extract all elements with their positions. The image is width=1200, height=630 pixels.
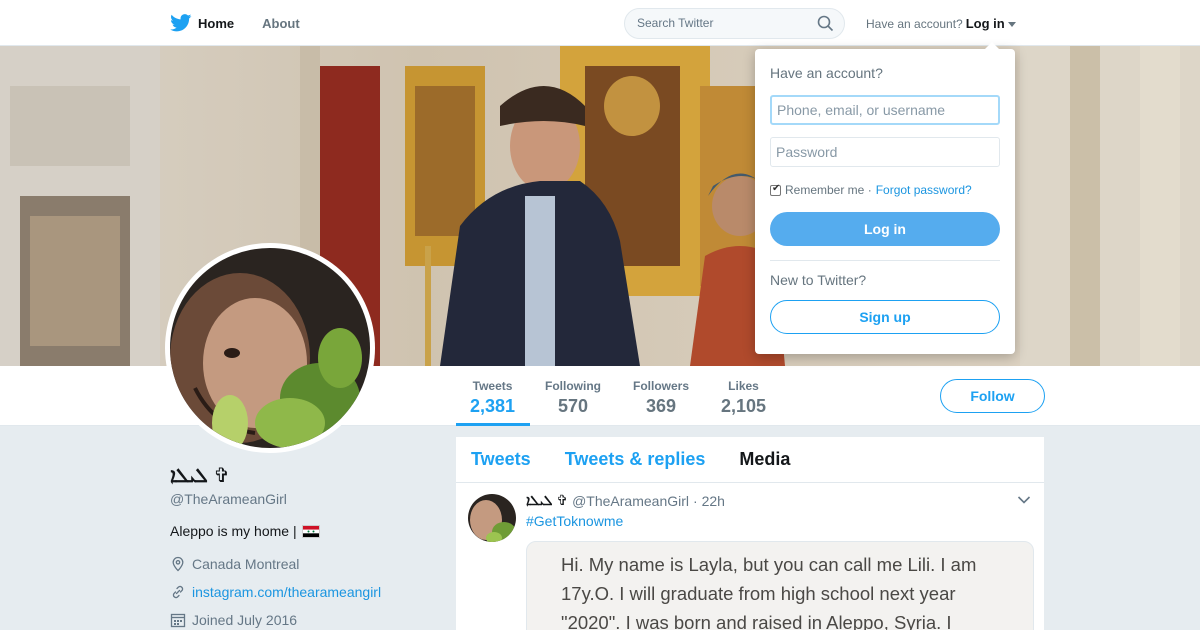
tweet-header: ܠܝܠܐ ✞ @TheArameanGirl · 22h xyxy=(526,492,725,509)
stat-value: 2,381 xyxy=(470,396,516,416)
tweet-avatar[interactable] xyxy=(468,494,516,542)
active-stat-underline xyxy=(456,423,530,426)
username-field[interactable] xyxy=(770,95,1000,125)
top-navigation-bar: Home About Search Twitter Have an accoun… xyxy=(0,0,1200,46)
stat-value: 369 xyxy=(645,396,677,416)
search-placeholder: Search Twitter xyxy=(637,16,714,30)
link-icon xyxy=(172,585,184,599)
signup-button[interactable]: Sign up xyxy=(770,300,1000,334)
stat-label: Likes xyxy=(728,379,759,393)
tweet[interactable]: ܠܝܠܐ ✞ @TheArameanGirl · 22h #GetToknowm… xyxy=(456,484,1044,630)
new-to-twitter-text: New to Twitter? xyxy=(770,272,867,288)
remember-me-checkbox[interactable] xyxy=(770,183,781,196)
tweet-timestamp[interactable]: · 22h xyxy=(693,493,725,509)
nav-home[interactable]: Home xyxy=(170,14,234,32)
tweet-image[interactable]: Hi. My name is Layla, but you can call m… xyxy=(526,541,1034,630)
profile-joined: Joined July 2016 xyxy=(170,612,297,628)
dropdown-divider xyxy=(770,260,1000,261)
tweet-image-line: "2020". I was born and raised in Aleppo,… xyxy=(561,612,952,630)
profile-avatar[interactable] xyxy=(165,243,375,453)
joined-text: Joined July 2016 xyxy=(192,612,298,628)
timeline-tabs: Tweets Tweets & replies Media xyxy=(456,437,1044,483)
magnifier-icon[interactable] xyxy=(817,15,834,32)
stat-following[interactable]: Following 570 xyxy=(545,379,601,417)
tab-tweets-replies[interactable]: Tweets & replies xyxy=(565,449,706,470)
calendar-icon xyxy=(170,613,186,628)
caret-down-icon xyxy=(1007,22,1016,28)
tweet-hashtag[interactable]: #GetToknowme xyxy=(526,513,623,529)
tweet-image-line: 17y.O. I will graduate from high school … xyxy=(561,583,956,604)
stat-followers[interactable]: Followers 369 xyxy=(633,379,689,417)
stat-label: Followers xyxy=(633,379,690,393)
stat-label: Following xyxy=(545,379,601,393)
search-input[interactable]: Search Twitter xyxy=(624,8,845,39)
profile-website[interactable]: instagram.com/thearameangirl xyxy=(170,584,381,600)
nav-home-label: Home xyxy=(198,15,235,31)
tab-tweets[interactable]: Tweets xyxy=(471,449,531,470)
tweet-author-handle[interactable]: @TheArameanGirl xyxy=(572,493,689,509)
stat-label: Tweets xyxy=(472,379,513,393)
remember-me-row: Remember me · Forgot password? xyxy=(770,183,972,197)
location-pin-icon xyxy=(172,556,184,572)
tab-media[interactable]: Media xyxy=(739,449,790,470)
website-link[interactable]: instagram.com/thearameangirl xyxy=(192,584,381,600)
profile-bio: Aleppo is my home | xyxy=(170,523,320,539)
profile-display-name: ܠܝܠܐ ✞ xyxy=(170,465,231,487)
login-button[interactable]: Log in xyxy=(770,212,1000,246)
password-field[interactable] xyxy=(770,137,1000,167)
forgot-password-link[interactable]: Forgot password? xyxy=(876,183,972,197)
bio-text: Aleppo is my home | xyxy=(170,523,297,539)
dropdown-title: Have an account? xyxy=(770,65,883,81)
chevron-down-icon[interactable] xyxy=(1017,495,1031,505)
profile-location: Canada Montreal xyxy=(170,556,299,572)
twitter-bird-icon xyxy=(170,14,192,32)
tweet-image-line: Hi. My name is Layla, but you can call m… xyxy=(561,554,977,575)
login-toggle[interactable]: Have an account? Log in xyxy=(866,16,1016,31)
nav-about[interactable]: About xyxy=(262,16,300,31)
nav-left: Home About xyxy=(170,0,328,46)
stat-likes[interactable]: Likes 2,105 xyxy=(721,379,766,417)
tweet-author-name[interactable]: ܠܝܠܐ ✞ xyxy=(526,492,568,509)
syria-flag-icon xyxy=(301,524,320,538)
nav-about-label: About xyxy=(262,15,300,31)
login-link[interactable]: Log in xyxy=(966,16,1005,31)
have-account-text: Have an account? xyxy=(866,17,963,31)
stat-value: 2,105 xyxy=(721,396,767,416)
remember-me-label[interactable]: Remember me · xyxy=(785,183,872,197)
follow-button[interactable]: Follow xyxy=(940,379,1045,413)
location-text: Canada Montreal xyxy=(192,556,300,572)
stat-tweets[interactable]: Tweets 2,381 xyxy=(470,379,515,417)
profile-handle[interactable]: @TheArameanGirl xyxy=(170,491,287,507)
login-dropdown: Have an account? Remember me · Forgot pa… xyxy=(755,42,1015,354)
stat-value: 570 xyxy=(557,396,589,416)
